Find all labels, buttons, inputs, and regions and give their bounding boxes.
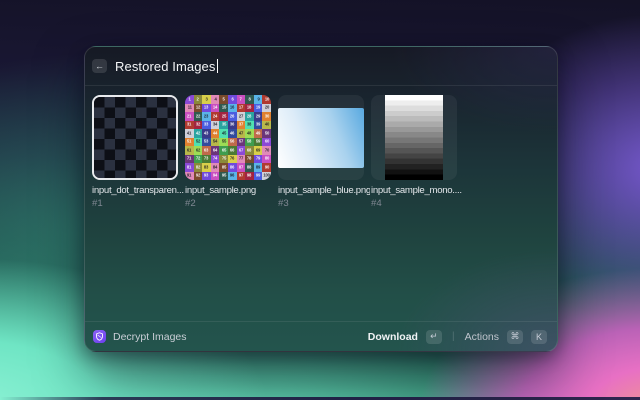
- numbered-color-grid: 1234567891011121314151617181920212223242…: [185, 95, 271, 180]
- search-input[interactable]: Restored Images: [115, 59, 218, 74]
- return-key-icon[interactable]: ↵: [426, 330, 442, 344]
- image-grid-item[interactable]: input_sample_mono....#4: [371, 95, 457, 209]
- image-filename: input_sample_blue.png: [278, 185, 370, 196]
- command-key-icon[interactable]: ⌘: [507, 330, 523, 344]
- monochrome-gradient-image: [385, 95, 443, 180]
- app-name: Decrypt Images: [113, 331, 187, 343]
- thumbnail-number-grid: 1234567891011121314151617181920212223242…: [185, 95, 271, 180]
- shield-icon: [93, 330, 106, 343]
- image-grid-item[interactable]: input_sample_blue.png#3: [278, 95, 364, 209]
- image-filename: input_sample_mono....: [371, 185, 463, 196]
- thumbnail-gradient-blue: [278, 95, 364, 180]
- image-grid: input_dot_transparen...#1123456789101112…: [85, 86, 557, 209]
- actions-button[interactable]: Actions: [465, 331, 499, 343]
- checkerboard-pattern: [94, 97, 176, 178]
- thumbnail-checkerboard: [92, 95, 178, 180]
- window-footer: Decrypt Images Download ↵ | Actions ⌘ K: [85, 321, 557, 351]
- image-filename: input_sample.png: [185, 185, 277, 196]
- image-index: #4: [371, 198, 457, 209]
- text-caret: [217, 59, 219, 73]
- thumbnail-gradient-mono: [371, 95, 457, 180]
- search-input-text: Restored Images: [115, 59, 216, 74]
- image-filename: input_dot_transparen...: [92, 185, 184, 196]
- back-arrow-icon: ←: [95, 62, 104, 71]
- image-index: #1: [92, 198, 178, 209]
- back-button[interactable]: ←: [92, 59, 107, 73]
- image-index: #2: [185, 198, 271, 209]
- image-grid-item[interactable]: 1234567891011121314151617181920212223242…: [185, 95, 271, 209]
- raycast-window: ← Restored Images input_dot_transparen..…: [84, 46, 558, 352]
- image-index: #3: [278, 198, 364, 209]
- image-grid-item[interactable]: input_dot_transparen...#1: [92, 95, 178, 209]
- results-area: input_dot_transparen...#1123456789101112…: [85, 86, 557, 321]
- footer-separator: |: [452, 331, 455, 342]
- window-header: ← Restored Images: [85, 47, 557, 85]
- k-key-icon[interactable]: K: [531, 330, 547, 344]
- download-button[interactable]: Download: [368, 331, 418, 343]
- blue-gradient-image: [278, 108, 364, 168]
